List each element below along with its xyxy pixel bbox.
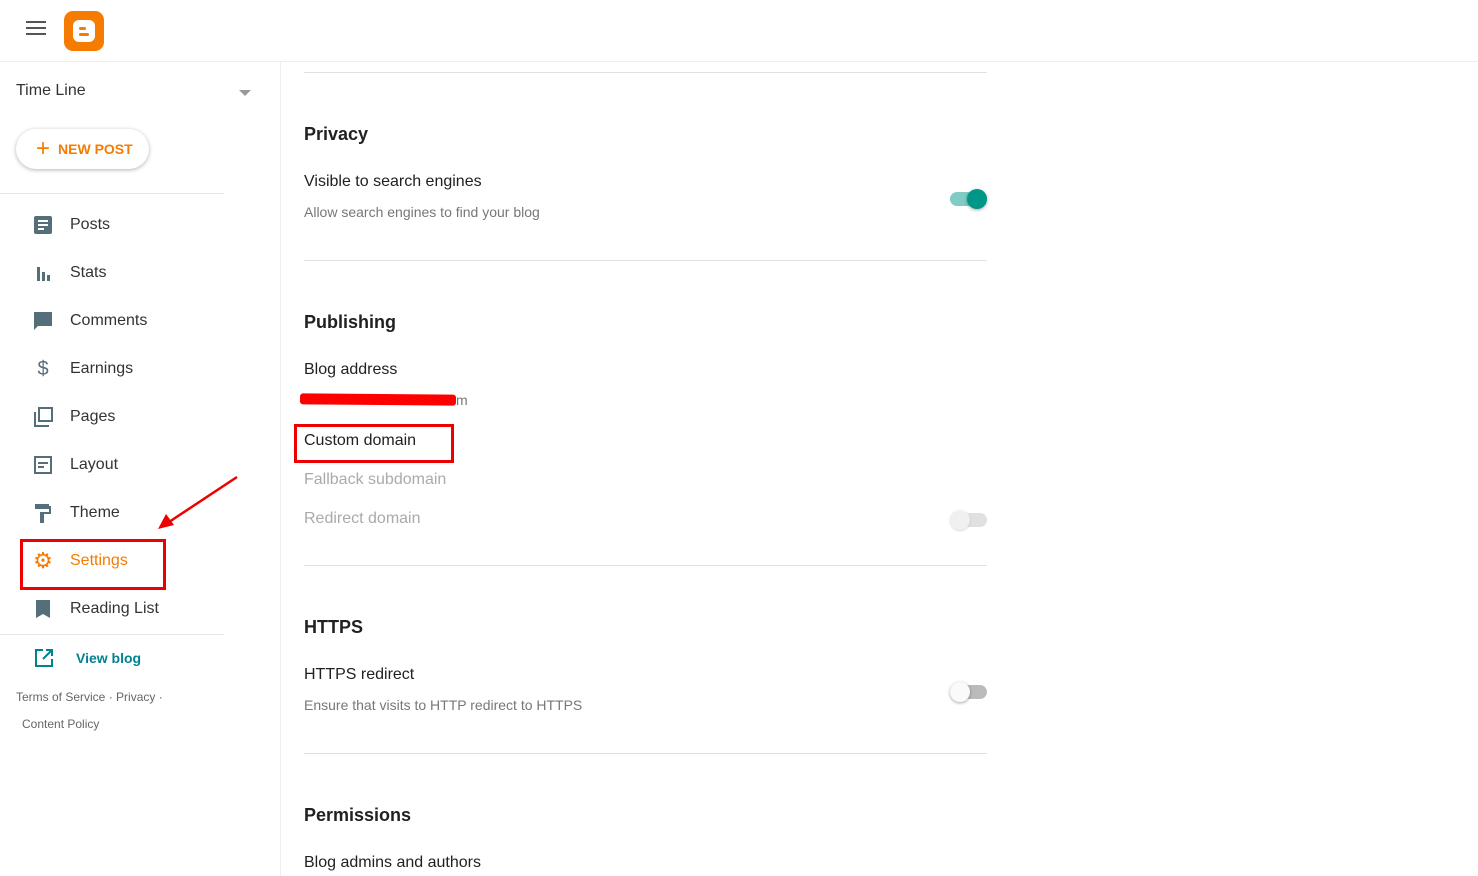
sidebar-item-label: Stats	[70, 264, 107, 281]
new-post-button[interactable]: + NEW POST	[16, 129, 149, 169]
blog-address-label[interactable]: Blog address	[304, 361, 397, 379]
view-blog-link[interactable]: View blog	[34, 648, 141, 668]
sidebar-item-label: Theme	[70, 504, 120, 521]
divider	[304, 565, 987, 566]
sidebar: Time Line + NEW POST Posts Stats Comments…	[0, 62, 281, 876]
visible-search-toggle[interactable]	[950, 188, 987, 210]
external-link-icon	[35, 649, 53, 667]
section-title-https: HTTPS	[304, 617, 364, 637]
footer-links: Terms of Service · Privacy ·	[16, 690, 163, 704]
sidebar-item-theme[interactable]: Theme	[32, 501, 120, 525]
sidebar-item-reading-list[interactable]: Reading List	[32, 597, 159, 621]
hamburger-icon[interactable]	[26, 21, 46, 35]
https-redirect-toggle[interactable]	[950, 681, 987, 703]
section-title-permissions: Permissions	[304, 805, 412, 825]
comments-icon	[32, 310, 54, 332]
blog-admins-label[interactable]: Blog admins and authors	[304, 854, 481, 872]
section-title-privacy: Privacy	[304, 124, 369, 144]
divider	[304, 72, 987, 73]
separator: ·	[108, 690, 113, 704]
redirect-domain-label: Redirect domain	[304, 510, 421, 527]
visible-search-label: Visible to search engines	[304, 173, 482, 190]
divider	[0, 634, 224, 635]
fallback-subdomain-label: Fallback subdomain	[304, 471, 447, 488]
annotation-arrow	[158, 475, 238, 529]
https-redirect-label: HTTPS redirect	[304, 666, 415, 683]
bookmark-icon	[32, 598, 54, 620]
sidebar-item-label: Earnings	[70, 360, 134, 377]
divider	[304, 260, 987, 261]
blogger-logo[interactable]	[64, 11, 104, 51]
annotation-highlight-box	[294, 424, 454, 463]
privacy-link[interactable]: Privacy	[116, 690, 155, 704]
sidebar-item-earnings[interactable]: $ Earnings	[32, 357, 133, 381]
chevron-down-icon[interactable]	[239, 90, 251, 96]
separator: ·	[158, 690, 163, 704]
annotation-highlight-box	[20, 539, 166, 590]
new-post-label: NEW POST	[58, 141, 133, 157]
posts-icon	[32, 214, 54, 236]
view-blog-label: View blog	[76, 650, 142, 666]
content-policy-link[interactable]: Content Policy	[22, 717, 99, 731]
plus-icon: +	[36, 135, 51, 162]
sidebar-item-layout[interactable]: Layout	[32, 453, 118, 477]
sidebar-item-label: Comments	[70, 312, 148, 329]
https-redirect-description: Ensure that visits to HTTP redirect to H…	[304, 697, 583, 713]
top-bar	[0, 0, 1478, 62]
blog-selector[interactable]: Time Line	[16, 82, 86, 100]
divider	[0, 193, 224, 194]
sidebar-item-pages[interactable]: Pages	[32, 405, 115, 429]
redacted-blog-address	[299, 393, 457, 406]
sidebar-item-label: Layout	[70, 456, 119, 473]
sidebar-item-comments[interactable]: Comments	[32, 309, 147, 333]
sidebar-item-label: Reading List	[70, 600, 159, 617]
stats-icon	[32, 262, 54, 284]
pages-icon	[32, 406, 54, 428]
visible-search-description: Allow search engines to find your blog	[304, 204, 540, 220]
sidebar-item-stats[interactable]: Stats	[32, 261, 106, 285]
layout-icon	[32, 454, 54, 476]
divider	[304, 753, 987, 754]
terms-link[interactable]: Terms of Service	[16, 690, 105, 704]
sidebar-item-label: Posts	[70, 216, 111, 233]
section-title-publishing: Publishing	[304, 312, 396, 332]
blog-address-value: m	[456, 392, 468, 408]
paint-roller-icon	[32, 502, 54, 524]
sidebar-item-posts[interactable]: Posts	[32, 213, 110, 237]
redirect-domain-toggle[interactable]	[950, 509, 987, 531]
sidebar-item-label: Pages	[70, 408, 116, 425]
dollar-icon: $	[37, 357, 49, 380]
